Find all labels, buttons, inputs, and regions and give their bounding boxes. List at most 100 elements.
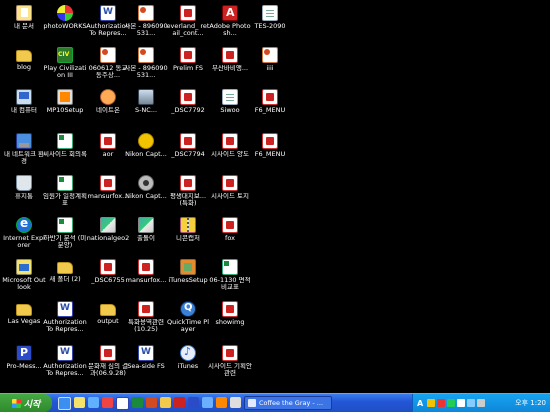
desktop-icon[interactable]: 새 폴더 (2) xyxy=(43,258,87,304)
desktop-icon-label: Authorization To Repres... xyxy=(43,363,87,377)
desktop-icon-label: 니콘캡처 xyxy=(176,235,200,242)
tray-icon[interactable] xyxy=(437,399,446,407)
excel-icon xyxy=(57,217,73,233)
desktop-icon[interactable]: Prelim FS xyxy=(166,46,210,92)
desktop-icon[interactable]: photoWORKS xyxy=(43,4,87,50)
document-icon[interactable] xyxy=(230,397,241,408)
pdf-icon xyxy=(222,47,238,63)
window-icon xyxy=(248,399,256,407)
image-icon xyxy=(100,217,116,233)
powerpoint-icon[interactable] xyxy=(146,397,157,408)
setup-icon[interactable] xyxy=(216,397,227,408)
desktop-icon[interactable]: Internet Explorer xyxy=(2,216,46,262)
media-player-icon[interactable] xyxy=(102,397,113,408)
desktop-icon[interactable]: 시사이드 양도 xyxy=(208,132,252,178)
desktop-icon[interactable]: 씨사이드 회의록 xyxy=(43,132,87,178)
network-places-icon xyxy=(16,133,32,149)
volume-icon[interactable] xyxy=(477,399,486,407)
desktop-icon-label: blog xyxy=(16,64,32,71)
adobe-icon[interactable] xyxy=(174,397,185,408)
messenger-icon[interactable] xyxy=(202,397,213,408)
desktop-icon[interactable]: 니콘캡처 xyxy=(166,216,210,262)
folder-icon xyxy=(16,304,32,316)
desktop-icon-label: Play Civilization III xyxy=(43,65,87,79)
desktop-icon-label: fox xyxy=(225,235,235,242)
desktop-icon[interactable]: 특화용역관련 (10.25) xyxy=(124,300,168,346)
desktop-icon[interactable]: Nikon Capt... xyxy=(124,174,168,220)
desktop-icon[interactable]: Adobe Photosh... xyxy=(208,4,252,50)
word-icon xyxy=(138,345,154,361)
desktop-icon[interactable]: Pro-Mess... xyxy=(2,344,46,390)
desktop-icon[interactable]: 하반기 분석 (미분양) xyxy=(43,216,87,262)
start-button[interactable]: 시작 xyxy=(0,394,52,412)
desktop-icon[interactable]: Sea-side FS xyxy=(124,344,168,390)
desktop-icon[interactable]: 06-1130 면적비교표 xyxy=(208,258,252,304)
desktop-icon[interactable]: 내 네트워크 환경 xyxy=(2,132,46,178)
desktop-icon-label: Siwoo xyxy=(220,107,240,114)
excel-icon[interactable] xyxy=(132,397,143,408)
desktop-icon[interactable]: Authorization To Repres... xyxy=(43,344,87,390)
desktop-icon[interactable]: 부산바비앵... xyxy=(208,46,252,92)
desktop-icon[interactable]: TES-2090 xyxy=(248,4,292,50)
desktop-icon[interactable]: Authorization To Repres... xyxy=(43,300,87,346)
desktop-icon[interactable]: everland_ retail_cont... xyxy=(166,4,210,50)
desktop-icon[interactable]: MP10Setup xyxy=(43,88,87,134)
powerpoint-icon xyxy=(262,47,278,63)
tray-icon[interactable] xyxy=(427,399,436,407)
word-icon[interactable] xyxy=(116,397,129,410)
desktop-icon[interactable]: showimg xyxy=(208,300,252,346)
desktop-icon[interactable]: 내 컴퓨터 xyxy=(2,88,46,134)
desktop-icon[interactable]: 출돌이 xyxy=(124,216,168,262)
desktop-icon[interactable]: iTunesSetup xyxy=(166,258,210,304)
tray-icon[interactable] xyxy=(447,399,456,407)
desktop-icon[interactable]: 내 문서 xyxy=(2,4,46,50)
document-icon xyxy=(222,89,238,105)
desktop-icon[interactable]: 사본 - 896090531... xyxy=(124,46,168,92)
desktop-icon[interactable]: blog xyxy=(2,46,46,92)
pdf-icon xyxy=(100,345,116,361)
desktop-icon[interactable]: 평생대지보... (특화) xyxy=(166,174,210,220)
desktop-icon-label: 내 문서 xyxy=(13,23,34,30)
desktop-icon[interactable]: mansurfox... xyxy=(124,258,168,304)
pdf-icon xyxy=(222,301,238,317)
folder-icon[interactable] xyxy=(160,397,171,408)
tray-icon[interactable] xyxy=(457,399,466,407)
desktop-icon[interactable]: 휴지통 xyxy=(2,174,46,220)
desktop-icon[interactable]: fox xyxy=(208,216,252,262)
desktop-icon[interactable]: Las Vegas xyxy=(2,300,46,346)
clock[interactable]: 오후 1:20 xyxy=(515,398,550,408)
pdf-icon xyxy=(100,259,116,275)
taskbar-button-active-window[interactable]: Coffee the Gray - ... xyxy=(244,396,332,410)
desktop-icon[interactable]: _DSC7792 xyxy=(166,88,210,134)
desktop: 내 문서 blog 내 컴퓨터내 네트워크 환경휴지통 Internet Explor… xyxy=(0,0,550,393)
desktop-icon[interactable]: iTunes xyxy=(166,344,210,390)
desktop-icon[interactable]: F6_MENU xyxy=(248,88,292,134)
desktop-icon-label: 06-1130 면적비교표 xyxy=(209,277,251,291)
desktop-icon-label: 평생대지보... (특화) xyxy=(169,193,207,207)
desktop-icon-label: 시사이드 토지 xyxy=(211,193,249,200)
desktop-icon[interactable]: 시사이드 토지 xyxy=(208,174,252,220)
outlook-icon[interactable] xyxy=(74,397,85,408)
desktop-icon[interactable]: Microsoft Outlook xyxy=(2,258,46,304)
desktop-icon[interactable]: 사본 - 896090531... xyxy=(124,4,168,50)
desktop-icon-label: Las Vegas xyxy=(7,318,41,325)
desktop-icon[interactable]: QuickTime Player xyxy=(166,300,210,346)
desktop-icon[interactable]: Nikon Capt... xyxy=(124,132,168,178)
internet-explorer-icon[interactable] xyxy=(58,397,71,410)
desktop-icon[interactable]: _DSC7794 xyxy=(166,132,210,178)
desktop-icon[interactable]: Play Civilization III xyxy=(43,46,87,92)
desktop-icon[interactable]: 임원가 일정계획표 xyxy=(43,174,87,220)
desktop-icon[interactable]: F6_MENU xyxy=(248,132,292,178)
ime-indicator[interactable]: A xyxy=(417,399,423,408)
application-icon[interactable] xyxy=(188,397,199,408)
desktop-icon-label: 특화용역관련 (10.25) xyxy=(128,319,164,333)
nikon-capture-icon xyxy=(138,133,154,149)
desktop-icon[interactable]: iiii xyxy=(248,46,292,92)
desktop-icon[interactable]: Siwoo xyxy=(208,88,252,134)
desktop-icon[interactable]: 시사이드 기획안 관련 xyxy=(208,344,252,390)
pdf-icon xyxy=(262,89,278,105)
show-desktop-icon[interactable] xyxy=(88,397,99,408)
network-icon[interactable] xyxy=(467,399,476,407)
desktop-icon[interactable]: S-NC... xyxy=(124,88,168,134)
my-computer-icon xyxy=(16,89,32,105)
